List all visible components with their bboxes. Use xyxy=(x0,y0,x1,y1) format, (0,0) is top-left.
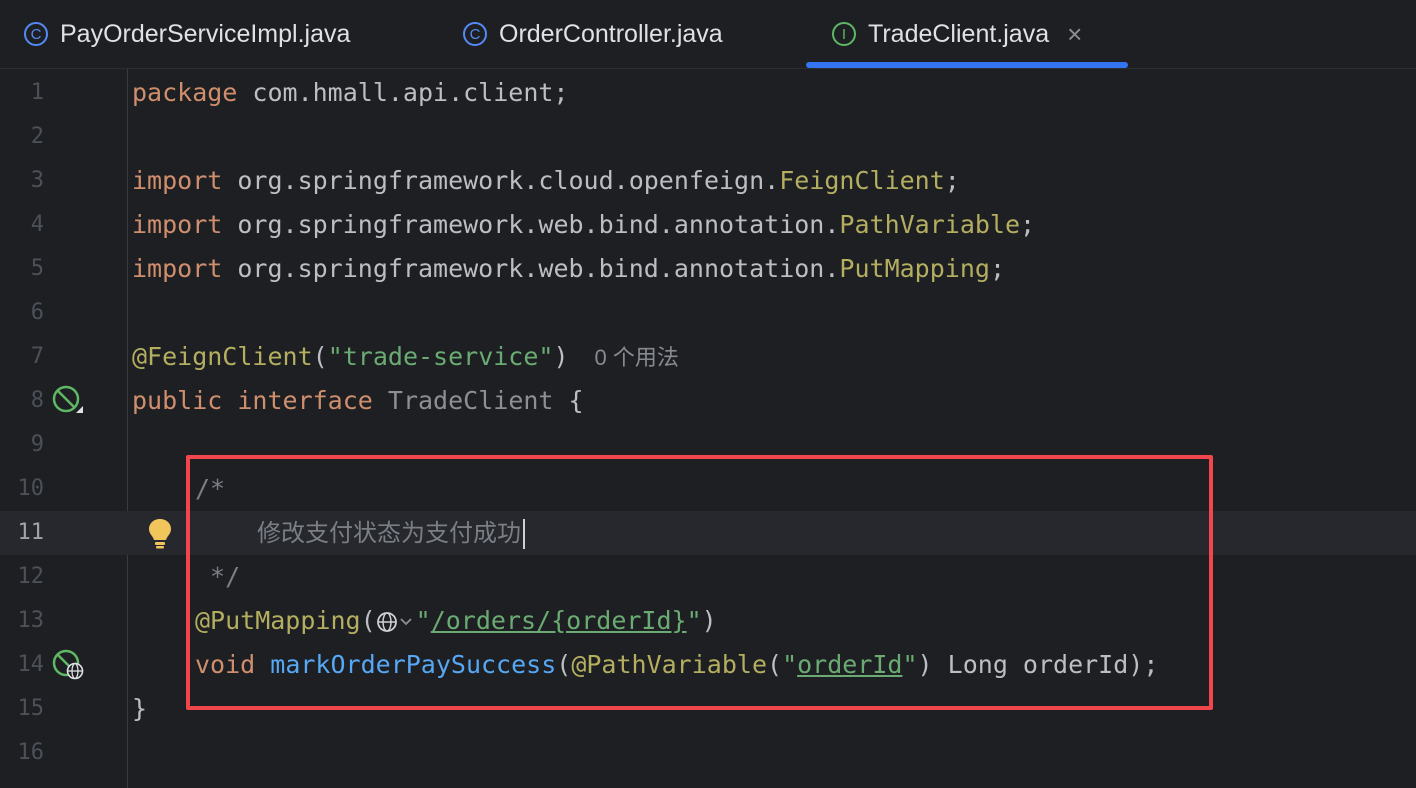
line-number: 7 xyxy=(30,344,44,369)
code-line: 1 package com.hmall.api.client; xyxy=(0,71,1416,115)
implementations-gutter-icon[interactable] xyxy=(52,385,86,421)
line-number: 11 xyxy=(17,520,45,545)
line-number: 10 xyxy=(17,476,45,501)
code-line: 16 xyxy=(0,731,1416,775)
close-tab-icon[interactable]: × xyxy=(1067,19,1082,50)
comment-text: 修改支付状态为支付成功 xyxy=(257,511,525,555)
code-line: 12 */ xyxy=(0,555,1416,599)
code-text: @PutMapping("/orders/{orderId}") xyxy=(195,606,717,635)
code-line: 9 xyxy=(0,423,1416,467)
code-line: 10 /* xyxy=(0,467,1416,511)
lightbulb-icon[interactable] xyxy=(147,517,173,553)
tab-label: TradeClient.java xyxy=(868,19,1050,48)
code-line-current: 11 修改支付状态为支付成功 xyxy=(0,511,1416,555)
line-number: 16 xyxy=(17,740,45,765)
tab-payorderserviceimpl[interactable]: C PayOrderServiceImpl.java xyxy=(24,0,350,68)
code-text: @FeignClient("trade-service") 0 个用法 xyxy=(132,342,679,371)
comment-text: */ xyxy=(195,562,241,591)
globe-icon[interactable] xyxy=(376,610,416,634)
code-line: 3 import org.springframework.cloud.openf… xyxy=(0,159,1416,203)
code-line: 14 void markOrderPaySuccess(@PathVariabl… xyxy=(0,643,1416,687)
line-number: 6 xyxy=(30,300,44,325)
line-number: 4 xyxy=(30,212,44,237)
code-text: package com.hmall.api.client; xyxy=(132,78,569,107)
code-line: 8 public interface TradeClient { xyxy=(0,379,1416,423)
url-path-link[interactable]: /orders/{orderId} xyxy=(431,606,687,635)
line-number: 1 xyxy=(30,80,44,105)
tab-label: OrderController.java xyxy=(499,19,723,48)
code-line: 2 xyxy=(0,115,1416,159)
code-text: import org.springframework.cloud.openfei… xyxy=(132,166,960,195)
editor-tab-bar: C PayOrderServiceImpl.java C OrderContro… xyxy=(0,0,1416,69)
line-number: 8 xyxy=(30,388,44,413)
code-line: 7 @FeignClient("trade-service") 0 个用法 xyxy=(0,335,1416,379)
code-line: 6 xyxy=(0,291,1416,335)
usages-hint[interactable]: 0 个用法 xyxy=(595,345,679,370)
line-number: 13 xyxy=(17,608,45,633)
code-text: import org.springframework.web.bind.anno… xyxy=(132,254,1005,283)
code-text: public interface TradeClient { xyxy=(132,386,584,415)
tab-ordercontroller[interactable]: C OrderController.java xyxy=(463,0,723,68)
line-number: 5 xyxy=(30,256,44,281)
code-line: 13 @PutMapping("/orders/{orderId}") xyxy=(0,599,1416,643)
tab-tradeclient[interactable]: I TradeClient.java × xyxy=(806,0,1128,68)
code-text: void markOrderPaySuccess(@PathVariable("… xyxy=(195,650,1159,679)
line-number: 2 xyxy=(30,124,44,149)
line-number: 15 xyxy=(17,696,45,721)
class-icon: C xyxy=(463,22,487,46)
line-number: 3 xyxy=(30,168,44,193)
code-text: } xyxy=(132,694,148,723)
code-line: 15 } xyxy=(0,687,1416,731)
code-line: 5 import org.springframework.web.bind.an… xyxy=(0,247,1416,291)
text-caret xyxy=(523,519,525,549)
code-text: import org.springframework.web.bind.anno… xyxy=(132,210,1036,239)
class-icon: C xyxy=(24,22,48,46)
tab-label: PayOrderServiceImpl.java xyxy=(60,19,351,48)
line-number: 9 xyxy=(30,432,44,457)
line-number: 14 xyxy=(17,652,45,677)
code-editor[interactable]: 1 package com.hmall.api.client; 2 3 impo… xyxy=(0,69,1416,788)
endpoint-gutter-icon[interactable] xyxy=(52,649,86,685)
interface-icon: I xyxy=(832,22,856,46)
comment-text: /* xyxy=(195,474,226,503)
line-number: 12 xyxy=(17,564,45,589)
code-line: 4 import org.springframework.web.bind.an… xyxy=(0,203,1416,247)
